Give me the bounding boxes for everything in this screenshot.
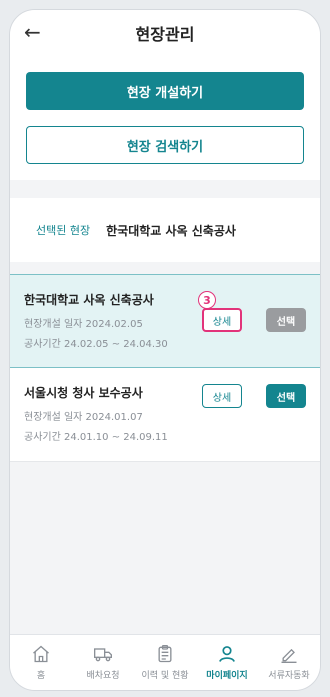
selected-site-value: 한국대학교 사옥 신축공사 [106, 223, 236, 238]
site-open-date: 현장개설 일자 2024.01.07 [24, 412, 143, 423]
site-open-date: 현장개설 일자 2024.02.05 [24, 319, 143, 330]
truck-icon [94, 648, 112, 662]
nav-label: 서류자동화 [268, 671, 310, 681]
clipboard-icon [158, 645, 172, 663]
nav-item-mypage[interactable]: 마이페이지 [196, 635, 258, 690]
app-header: ← 현장관리 [10, 10, 320, 56]
site-period: 공사기간 24.02.05 ~ 24.04.30 [24, 339, 168, 350]
phone-screen: ← 현장관리 현장 개설하기 현장 검색하기 선택된 현장 한국대학교 사옥 신… [9, 9, 321, 691]
nav-label: 홈 [36, 671, 46, 681]
step-badge: 3 [198, 291, 216, 309]
nav-label: 마이페이지 [206, 671, 248, 681]
nav-item-dispatch[interactable]: 배차요청 [72, 635, 134, 690]
home-icon [33, 645, 49, 663]
open-site-button[interactable]: 현장 개설하기 [26, 72, 304, 110]
select-button[interactable]: 선택 [266, 308, 306, 332]
selected-site-bar: 선택된 현장 한국대학교 사옥 신축공사 [10, 198, 320, 262]
pen-icon [281, 648, 297, 663]
site-list: 한국대학교 사옥 신축공사 현장개설 일자 2024.02.05 공사기간 24… [10, 274, 320, 462]
bottom-nav: 홈 배차요청 이력 및 현황 마이페이지 서류자동화 [10, 634, 320, 690]
select-button[interactable]: 선택 [266, 384, 306, 408]
site-item-1[interactable]: 한국대학교 사옥 신축공사 현장개설 일자 2024.02.05 공사기간 24… [10, 274, 320, 368]
nav-item-history[interactable]: 이력 및 현황 [134, 635, 196, 690]
detail-button[interactable]: 상세 [202, 308, 242, 332]
site-name: 한국대학교 사옥 신축공사 [24, 293, 154, 307]
search-site-button[interactable]: 현장 검색하기 [26, 126, 304, 164]
site-name: 서울시청 청사 보수공사 [24, 386, 143, 400]
nav-item-documents[interactable]: 서류자동화 [258, 635, 320, 690]
user-icon [219, 646, 235, 662]
action-panel: 현장 개설하기 현장 검색하기 [10, 56, 320, 180]
nav-label: 이력 및 현황 [141, 671, 189, 681]
page-title: 현장관리 [135, 25, 195, 44]
site-item-2[interactable]: 서울시청 청사 보수공사 현장개설 일자 2024.01.07 공사기간 24.… [10, 368, 320, 462]
arrow-left-icon[interactable]: ← [24, 20, 41, 44]
nav-label: 배차요청 [86, 671, 120, 681]
nav-item-home[interactable]: 홈 [10, 635, 72, 690]
detail-button[interactable]: 상세 [202, 384, 242, 408]
selected-site-label: 선택된 현장 [36, 224, 91, 237]
site-period: 공사기간 24.01.10 ~ 24.09.11 [24, 432, 168, 443]
